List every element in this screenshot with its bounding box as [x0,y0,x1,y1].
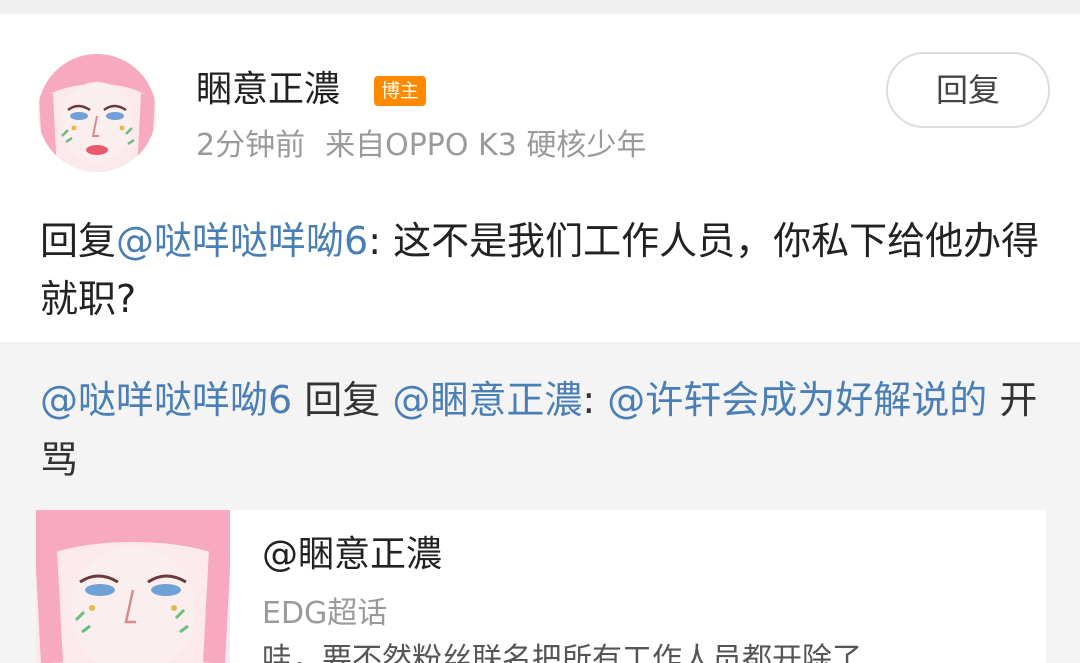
device-source: 来自OPPO K3 硬核少年 [325,128,647,163]
share-card-topic: EDG超话 [262,596,388,631]
thread-separator: : [582,378,608,422]
reply-thread[interactable]: @哒咩哒咩呦6 回复 @睏意正濃: @许轩会成为好解说的 开骂 @睏意正濃 ED… [0,342,1080,663]
comment-item: 睏意正濃 博主 2分钟前 来自OPPO K3 硬核少年 回复 回复@哒咩哒咩呦6:… [0,14,1080,342]
comment-text: 回复@哒咩哒咩呦6: 这不是我们工作人员，你私下给他办得就职? [40,212,1040,328]
avatar-illustration [38,54,156,172]
share-card-excerpt: 哇，要不然粉丝联名把所有工作人员都开除了 [262,642,862,663]
timestamp: 2分钟前 [196,128,306,163]
blogger-badge: 博主 [374,76,426,106]
mention-link[interactable]: @哒咩哒咩呦6 [116,219,368,263]
reply-prefix: 回复 [40,219,117,263]
thread-target-mention[interactable]: @睏意正濃 [392,378,582,422]
thread-reply-word: 回复 [292,378,393,422]
comment-meta: 2分钟前 来自OPPO K3 硬核少年 [196,126,646,166]
avatar[interactable] [38,54,156,172]
reply-button[interactable]: 回复 [886,52,1050,128]
thread-inner-mention[interactable]: @许轩会成为好解说的 [607,378,987,422]
top-divider-strip [0,0,1080,14]
thread-reply-text: @哒咩哒咩呦6 回复 @睏意正濃: @许轩会成为好解说的 开骂 [40,370,1040,490]
share-card-thumbnail [36,510,230,663]
share-card[interactable]: @睏意正濃 EDG超话 哇，要不然粉丝联名把所有工作人员都开除了 [36,510,1046,663]
card-illustration [36,510,230,663]
thread-author-mention[interactable]: @哒咩哒咩呦6 [40,378,292,422]
username[interactable]: 睏意正濃 [196,68,340,112]
share-card-title: @睏意正濃 [262,534,443,575]
